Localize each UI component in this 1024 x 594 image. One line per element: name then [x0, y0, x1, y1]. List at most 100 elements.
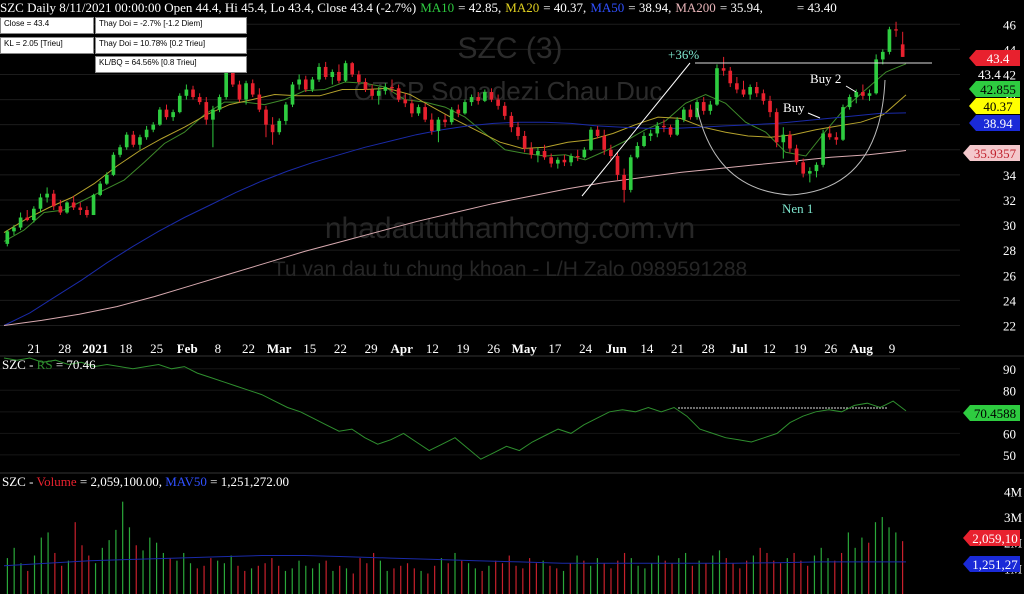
watermark-ticker: SZC (3) [458, 32, 563, 65]
candle-body [396, 88, 401, 100]
candle-body [721, 68, 726, 71]
x-axis-tick: Feb [177, 341, 198, 356]
candle-body [768, 100, 772, 113]
x-axis-tick: 22 [242, 341, 255, 356]
volume-value: = 2,059,100.00, [79, 474, 162, 489]
candle-body [774, 112, 779, 143]
candle-body [761, 93, 766, 101]
candle-body [668, 127, 673, 135]
candle-body [323, 66, 328, 77]
candle-body [735, 83, 739, 90]
x-axis-tick: 26 [824, 341, 838, 356]
candle-body [376, 90, 381, 96]
tag-ma10: 42.855 [980, 82, 1016, 97]
price-y-tick: 22 [1003, 318, 1016, 333]
tag-mav50: 1,251,27 [972, 557, 1018, 572]
price-y-tick: 30 [1003, 218, 1016, 233]
candle-body [138, 137, 142, 145]
candle-body [171, 112, 175, 118]
candle-body [708, 104, 713, 111]
x-axis-tick: 15 [303, 341, 316, 356]
tag-ma50: 38.94 [983, 116, 1013, 131]
candle-body [410, 103, 414, 114]
rs-label: RS [36, 357, 53, 372]
candle-body [244, 83, 248, 100]
candle-body [151, 124, 156, 130]
candle-body [602, 135, 607, 150]
x-axis-tick: Jun [606, 341, 628, 356]
candle-body [489, 92, 494, 100]
tag-ma20: 40.37 [983, 99, 1013, 114]
candle-body [363, 82, 368, 90]
candle-body [555, 159, 560, 164]
buy-label: Buy [783, 100, 805, 115]
candle-body [25, 217, 30, 221]
candle-body [701, 102, 706, 111]
x-axis-tick: 28 [58, 341, 71, 356]
candle-body [51, 193, 56, 207]
mav50-value: = 1,251,272.00 [210, 474, 290, 489]
candle-body [562, 159, 567, 163]
x-axis-tick: 24 [579, 341, 593, 356]
candle-body [32, 208, 36, 221]
candle-body [754, 87, 759, 94]
candle-body [728, 70, 733, 84]
x-axis-tick: 21 [28, 341, 41, 356]
candle-body [330, 71, 335, 77]
ma20-legend: MA20 [505, 0, 540, 15]
x-axis-tick: 2021 [82, 341, 108, 356]
candle-body [622, 174, 626, 190]
candle-body [144, 129, 149, 138]
candle-body [85, 210, 89, 216]
mav50-label: MAV50 [165, 474, 207, 489]
x-axis-tick: 26 [487, 341, 501, 356]
annotations: +36% Buy Buy 2 Nen 1 [581, 47, 932, 216]
tag-rs: 70.4588 [974, 406, 1016, 421]
x-axis-tick: 29 [365, 341, 378, 356]
candle-body [277, 120, 282, 133]
info-thaydoi-volume: Thay Doi = 10.78% [0.2 Trieu] [95, 37, 247, 54]
x-axis-tick: 14 [640, 341, 654, 356]
candle-body [416, 107, 421, 114]
base-label: Nen 1 [782, 201, 813, 216]
candle-body [297, 79, 301, 85]
candle-body [529, 148, 534, 155]
candle-body [18, 217, 23, 228]
candle-body [290, 84, 295, 105]
candle-body [609, 149, 613, 157]
candle-body [635, 146, 640, 158]
price-y-tick: 24 [1003, 293, 1017, 308]
candle-body [589, 129, 593, 150]
x-axis-tick: Mar [267, 341, 292, 356]
tag-volume: 2,059,10 [972, 531, 1018, 546]
candle-body [628, 157, 633, 190]
candle-body [250, 83, 255, 95]
candle-body [476, 97, 481, 101]
candle-body [383, 87, 388, 91]
candle-body [536, 151, 540, 155]
tag-close: 43.4 [987, 51, 1010, 66]
price-y-tick: 34 [1003, 168, 1017, 183]
candle-body [575, 156, 580, 158]
ma50-legend: MA50 [590, 0, 625, 15]
candle-body [211, 109, 215, 120]
volume-y-tick: 4M [1004, 484, 1023, 499]
x-axis-tick: 28 [702, 341, 715, 356]
rs-y-tick: 60 [1003, 426, 1016, 441]
candle-body [131, 134, 136, 145]
ma200-value: = 35.94, [719, 0, 763, 15]
candle-body [191, 89, 195, 98]
chart-header: SZC Daily 8/11/2021 00:00:00 Open 44.4, … [0, 0, 841, 18]
candle-body [436, 119, 441, 131]
x-axis-tick: 19 [457, 341, 470, 356]
x-axis-tick: Aug [850, 341, 874, 356]
candle-body [357, 74, 361, 82]
candle-body [814, 164, 819, 172]
ma10-value: = 42.85, [458, 0, 502, 15]
candle-body [880, 51, 885, 60]
candle-body [456, 109, 461, 114]
candle-body [111, 154, 116, 175]
candle-body [794, 148, 799, 163]
candle-body [237, 84, 242, 100]
candle-body [270, 124, 275, 133]
